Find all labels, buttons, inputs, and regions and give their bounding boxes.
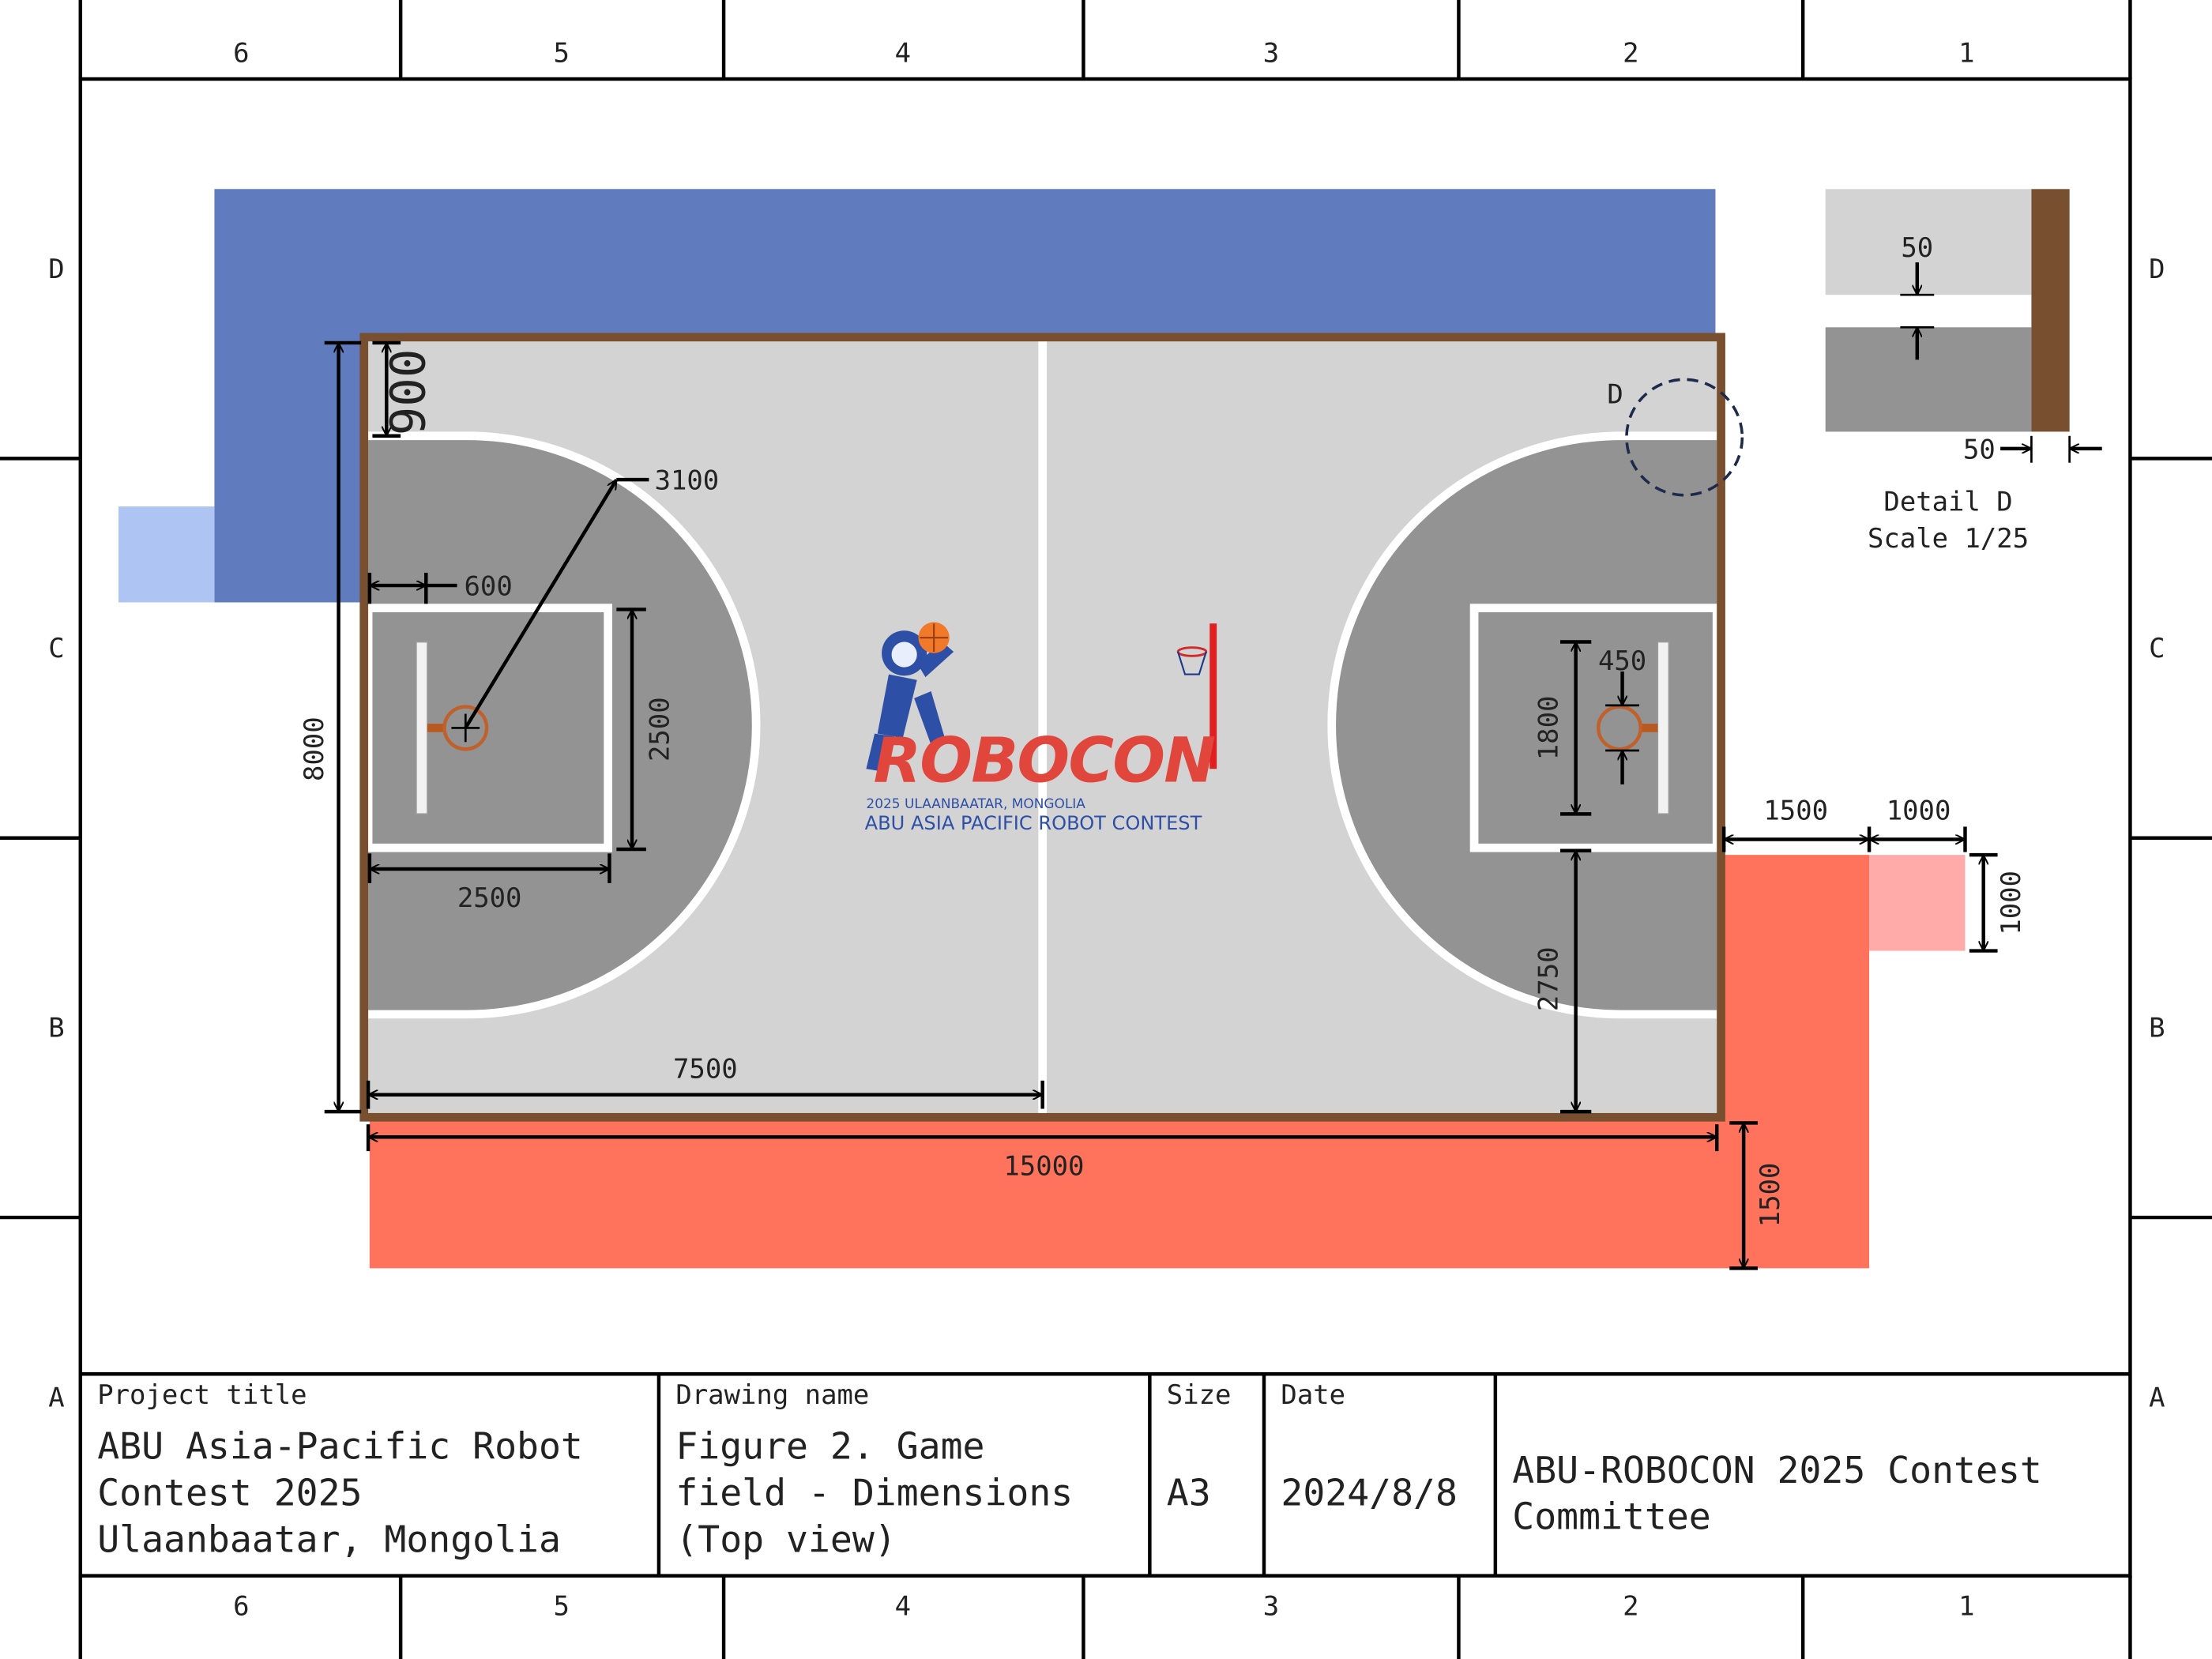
- organization-line: ABU-ROBOCON 2025 Contest: [1512, 1449, 2042, 1492]
- date-value: 2024/8/8: [1281, 1471, 1458, 1514]
- dimension-label: 3100: [655, 465, 720, 496]
- column-label: 1: [1958, 1591, 1974, 1622]
- drawing-sheet: 6 5 4 3 2 1 6 5 4 3 2 1 D C B A D C B A: [0, 0, 2212, 1659]
- right-hoop-bracket: [1640, 724, 1658, 732]
- column-label: 4: [895, 1591, 911, 1622]
- row-label: C: [48, 633, 64, 664]
- row-label: D: [48, 254, 64, 284]
- date-label: Date: [1281, 1379, 1345, 1410]
- title-block: Project title ABU Asia-Pacific Robot Con…: [80, 1372, 2131, 1576]
- logo-wordmark: ROBOCON: [874, 724, 1216, 796]
- project-title-line: Contest 2025: [97, 1471, 362, 1514]
- dimension-label: 7500: [673, 1053, 738, 1084]
- detail-floor-dark: [1825, 327, 2032, 432]
- dimension-label: 600: [465, 571, 513, 602]
- left-backboard: [415, 641, 428, 815]
- row-label: D: [2149, 254, 2165, 284]
- column-label: 4: [895, 38, 911, 69]
- dimension-label: 2500: [457, 882, 522, 913]
- project-title-line: Ulaanbaatar, Mongolia: [97, 1518, 561, 1560]
- column-label: 3: [1263, 38, 1279, 69]
- column-label: 5: [554, 1591, 570, 1622]
- size-label: Size: [1167, 1379, 1232, 1410]
- column-label: 3: [1263, 1591, 1279, 1622]
- logo-location-line: 2025 ULAANBAATAR, MONGOLIA: [866, 796, 1085, 811]
- right-backboard: [1657, 641, 1670, 815]
- project-title-line: ABU Asia-Pacific Robot: [97, 1424, 583, 1467]
- row-label: C: [2149, 633, 2165, 664]
- detail-fence: [2031, 189, 2070, 432]
- row-label: B: [48, 1013, 64, 1044]
- row-label: B: [2149, 1013, 2165, 1044]
- size-value: A3: [1167, 1471, 1211, 1514]
- dimension-label: 1000: [1996, 871, 2026, 935]
- column-label: 1: [1958, 38, 1974, 69]
- drawing-name-line: (Top view): [675, 1518, 896, 1560]
- dimension-label: 2500: [644, 697, 675, 762]
- blue-start-zone: [118, 506, 215, 603]
- dimension-label: 2750: [1533, 946, 1563, 1011]
- dimension-label: 900: [382, 349, 437, 436]
- detail-d-marker: D: [1607, 379, 1623, 410]
- detail-title: Detail D: [1883, 486, 2012, 517]
- dimension-label: 1000: [1887, 796, 1951, 826]
- dimension-label: 15000: [1003, 1151, 1084, 1182]
- drawing-name-label: Drawing name: [675, 1379, 869, 1410]
- left-hoop-bracket: [427, 724, 445, 732]
- dimension-label: 1500: [1755, 1163, 1785, 1228]
- red-start-zone: [1869, 855, 1966, 951]
- column-label: 6: [233, 1591, 249, 1622]
- organization-line: Committee: [1512, 1495, 1710, 1538]
- dimension-label: 8000: [299, 717, 329, 781]
- column-label: 2: [1623, 38, 1638, 69]
- dimension-label: 1800: [1533, 696, 1563, 761]
- row-label: A: [2149, 1382, 2165, 1413]
- column-label: 6: [233, 38, 249, 69]
- column-label: 5: [554, 38, 570, 69]
- dimension-label: 450: [1598, 645, 1646, 676]
- logo-contest-line: ABU ASIA PACIFIC ROBOT CONTEST: [865, 812, 1202, 834]
- detail-dimension-label: 50: [1963, 434, 1996, 465]
- dimension-label: 1500: [1763, 796, 1828, 826]
- row-label: A: [48, 1382, 64, 1413]
- drawing-name-line: Figure 2. Game: [675, 1424, 984, 1467]
- detail-dimension-label: 50: [1901, 232, 1933, 263]
- project-title-label: Project title: [97, 1379, 307, 1410]
- column-label: 2: [1623, 1591, 1638, 1622]
- detail-scale: Scale 1/25: [1868, 523, 2029, 554]
- drawing-name-line: field - Dimensions: [675, 1471, 1073, 1514]
